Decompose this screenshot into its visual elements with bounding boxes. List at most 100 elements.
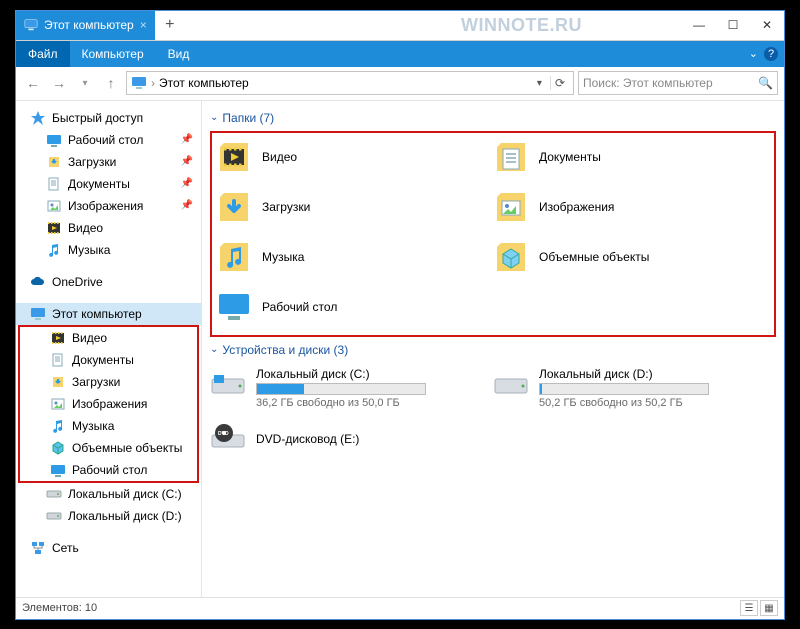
item-count: Элементов: 10 [22,602,97,614]
sidebar-pc-item[interactable]: Видео [20,327,197,349]
nav-back-button[interactable]: ← [22,72,44,94]
sidebar-pc-item[interactable]: Объемные объекты [20,437,197,459]
pictures-icon [493,189,529,225]
sidebar-item-label: Документы [68,177,130,191]
nav-up-button[interactable]: ↑ [100,72,122,94]
sidebar-pc-item[interactable]: Музыка [20,415,197,437]
downloads-icon [50,374,66,390]
documents-icon [46,176,62,192]
folder-item[interactable]: Музыка [216,239,493,275]
view-icons-button[interactable]: ▦ [760,600,778,616]
drive-free-text: 50,2 ГБ свободно из 50,2 ГБ [539,397,709,409]
sidebar-quick-item[interactable]: Документы 📌 [16,173,201,195]
search-input[interactable]: Поиск: Этот компьютер 🔍 [578,71,778,95]
nav-recent-button[interactable]: ▾ [74,72,96,94]
search-placeholder: Поиск: Этот компьютер [583,76,713,90]
folder-label: Объемные объекты [539,250,649,264]
drive-icon [210,367,246,403]
menu-file[interactable]: Файл [16,41,70,67]
desktop-icon [50,462,66,478]
dvd-drive-icon: DVD [210,421,246,457]
drive-usage-bar [256,383,426,395]
menu-computer[interactable]: Компьютер [70,41,156,67]
desktop-icon [46,132,62,148]
address-dropdown-icon[interactable]: ▾ [533,78,546,89]
folder-item[interactable]: Объемные объекты [493,239,770,275]
pictures-icon [46,198,62,214]
folders-highlight-box: Видео ДокументыЗагрузки Изображения Музыка О… [210,131,776,337]
sidebar-drive-c[interactable]: Локальный диск (C:) [16,483,201,505]
folder-label: Изображения [539,200,614,214]
sidebar-quick-item[interactable]: Рабочий стол📌 [16,129,201,151]
pin-icon: 📌 [181,178,193,189]
breadcrumb[interactable]: Этот компьютер [159,76,249,90]
video-icon [50,330,66,346]
sidebar-quick-item[interactable]: Загрузки📌 [16,151,201,173]
refresh-button[interactable]: ⟳ [550,76,569,90]
sidebar-quick-access[interactable]: Быстрый доступ [16,107,201,129]
ribbon-expand-icon[interactable]: ⌄ [749,47,758,60]
folder-item[interactable]: Документы [493,139,770,175]
group-drives-header[interactable]: ⌄ Устройства и диски (3) [210,337,776,363]
folder-item[interactable]: Изображения [493,189,770,225]
titlebar: Этот компьютер × + WINNOTE.RU — ☐ ✕ [16,11,784,41]
sidebar-quick-item[interactable]: Изображения📌 [16,195,201,217]
sidebar-pc-item[interactable]: Загрузки [20,371,197,393]
sidebar-drive-d[interactable]: Локальный диск (D:) [16,505,201,527]
documents-icon [493,139,529,175]
sidebar-pc-item[interactable]: Рабочий стол [20,459,197,481]
sidebar-item-label: Загрузки [72,375,120,389]
folder-item[interactable]: Рабочий стол [216,289,493,325]
sidebar-item-label: Объемные объекты [72,441,182,455]
view-details-button[interactable]: ☰ [740,600,758,616]
sidebar-quick-item[interactable]: Видео [16,217,201,239]
close-button[interactable]: ✕ [750,11,784,40]
window-tab[interactable]: Этот компьютер × [16,11,155,40]
address-bar[interactable]: › Этот компьютер ▾ ⟳ [126,71,574,95]
pin-icon: 📌 [181,156,193,167]
sidebar-this-pc[interactable]: Этот компьютер [16,303,201,325]
sidebar-onedrive[interactable]: OneDrive [16,271,201,293]
folder-label: Рабочий стол [262,300,337,314]
nav-forward-button[interactable]: → [48,72,70,94]
music-icon [216,239,252,275]
sidebar-pc-item[interactable]: Документы [20,349,197,371]
menu-view[interactable]: Вид [156,41,202,67]
video-icon [46,220,62,236]
body: Быстрый доступ Рабочий стол📌Загрузки📌Док… [16,101,784,597]
drive-usage-bar [539,383,709,395]
status-bar: Элементов: 10 ☰ ▦ [16,597,784,619]
svg-text:DVD: DVD [218,431,229,437]
new-tab-button[interactable]: + [155,11,185,40]
folder-item[interactable]: Загрузки [216,189,493,225]
sidebar-item-label: Музыка [72,419,114,433]
minimize-button[interactable]: — [682,11,716,40]
sidebar-item-label: Изображения [68,199,143,213]
drive-icon [46,486,62,502]
chevron-down-icon: ⌄ [210,344,218,355]
tab-title: Этот компьютер [44,18,134,32]
tab-close-icon[interactable]: × [140,18,147,32]
folder-label: Видео [262,150,297,164]
desktop-icon [216,289,252,325]
search-icon[interactable]: 🔍 [758,76,773,90]
folder-item[interactable]: Видео [216,139,493,175]
sidebar-pc-item[interactable]: Изображения [20,393,197,415]
sidebar-highlight-box: ВидеоДокументы Загрузки Изображения Музыка О… [18,325,199,483]
help-icon[interactable]: ? [764,47,778,61]
drive-d[interactable]: Локальный диск (D:) 50,2 ГБ свободно из … [493,367,776,409]
drive-c[interactable]: Локальный диск (C:) 36,2 ГБ свободно из … [210,367,493,409]
pc-icon [30,306,46,322]
pin-icon: 📌 [181,134,193,145]
sidebar-item-label: Изображения [72,397,147,411]
sidebar-network[interactable]: Сеть [16,537,201,559]
maximize-button[interactable]: ☐ [716,11,750,40]
music-icon [46,242,62,258]
titlebar-drag[interactable]: WINNOTE.RU [185,11,682,40]
view-switcher: ☰ ▦ [740,600,778,616]
sidebar-quick-item[interactable]: Музыка [16,239,201,261]
drive-dvd[interactable]: DVD DVD-дисковод (E:) [210,421,493,457]
drive-icon [46,508,62,524]
sidebar-item-label: Рабочий стол [72,463,147,477]
group-folders-header[interactable]: ⌄ Папки (7) [210,105,776,131]
